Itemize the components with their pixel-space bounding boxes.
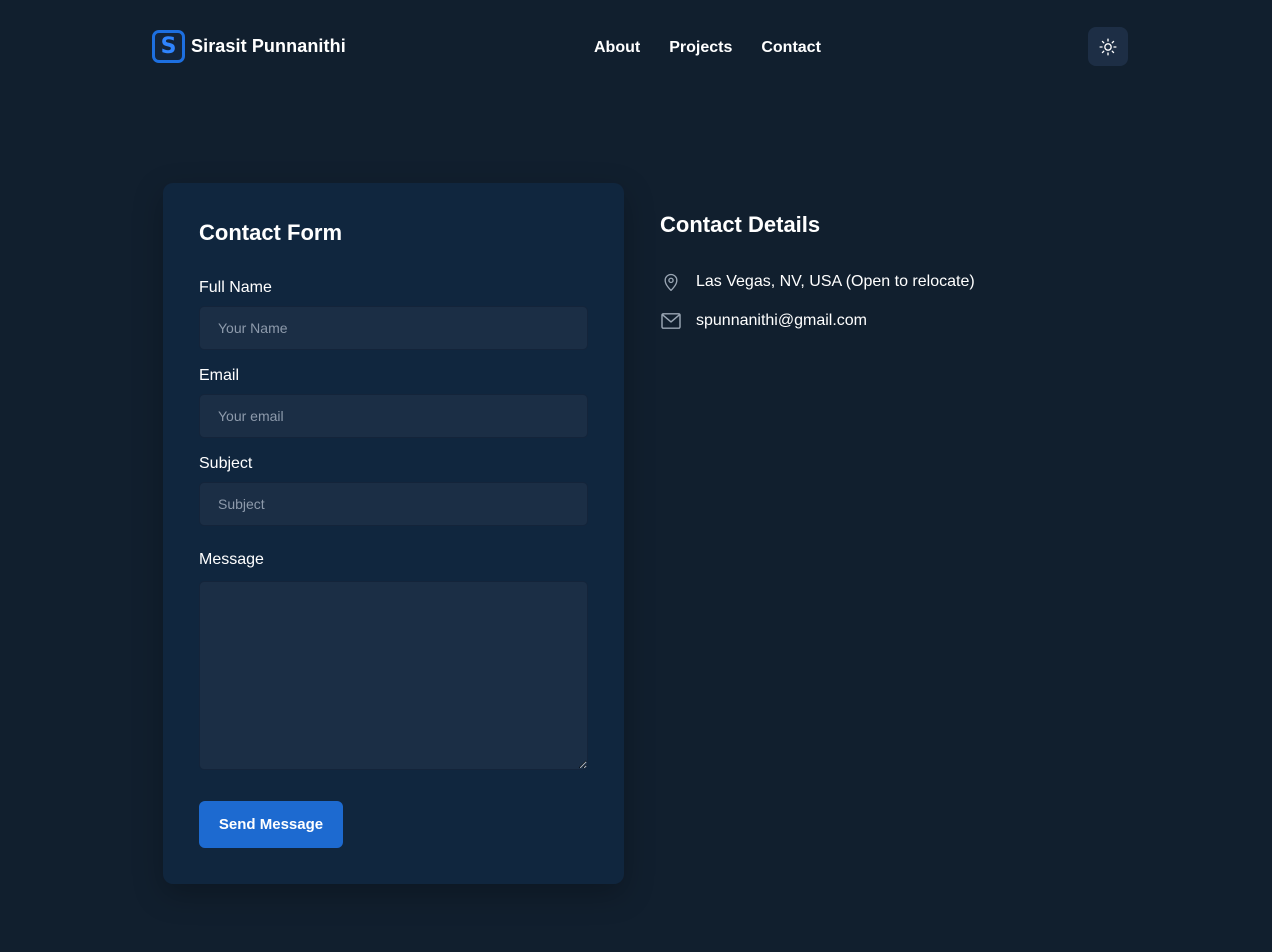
email-row: spunnanithi@gmail.com bbox=[660, 309, 867, 333]
site-header: S Sirasit Punnanithi About Projects Cont… bbox=[0, 0, 1272, 96]
subject-label: Subject bbox=[199, 455, 253, 472]
brand-logo: S bbox=[152, 29, 185, 63]
map-pin-icon bbox=[660, 271, 682, 293]
theme-toggle-button[interactable] bbox=[1088, 27, 1128, 66]
email-address-link[interactable]: spunnanithi@gmail.com bbox=[696, 312, 867, 330]
sun-icon bbox=[1099, 37, 1117, 56]
full-name-input[interactable] bbox=[199, 306, 588, 350]
nav-about[interactable]: About bbox=[594, 38, 640, 58]
brand[interactable]: S Sirasit Punnanithi bbox=[152, 29, 346, 63]
email-input[interactable] bbox=[199, 394, 588, 438]
contact-form-title: Contact Form bbox=[199, 220, 342, 245]
mail-icon bbox=[660, 310, 682, 332]
nav-contact[interactable]: Contact bbox=[761, 38, 821, 58]
email-label: Email bbox=[199, 367, 240, 384]
contact-form-card: Contact Form Full Name Email Subject Mes… bbox=[163, 183, 624, 884]
send-message-button[interactable]: Send Message bbox=[199, 801, 343, 848]
page: S Sirasit Punnanithi About Projects Cont… bbox=[0, 0, 1272, 952]
message-label: Message bbox=[199, 551, 264, 568]
contact-details-title: Contact Details bbox=[660, 212, 821, 237]
subject-input[interactable] bbox=[199, 482, 588, 526]
nav-projects[interactable]: Projects bbox=[669, 38, 732, 58]
message-textarea[interactable] bbox=[199, 581, 588, 770]
location-row: Las Vegas, NV, USA (Open to relocate) bbox=[660, 270, 975, 294]
location-text: Las Vegas, NV, USA (Open to relocate) bbox=[696, 273, 975, 290]
brand-name: Sirasit Punnanithi bbox=[191, 35, 346, 56]
full-name-label: Full Name bbox=[199, 279, 272, 296]
main-nav: About Projects Contact bbox=[594, 38, 821, 58]
